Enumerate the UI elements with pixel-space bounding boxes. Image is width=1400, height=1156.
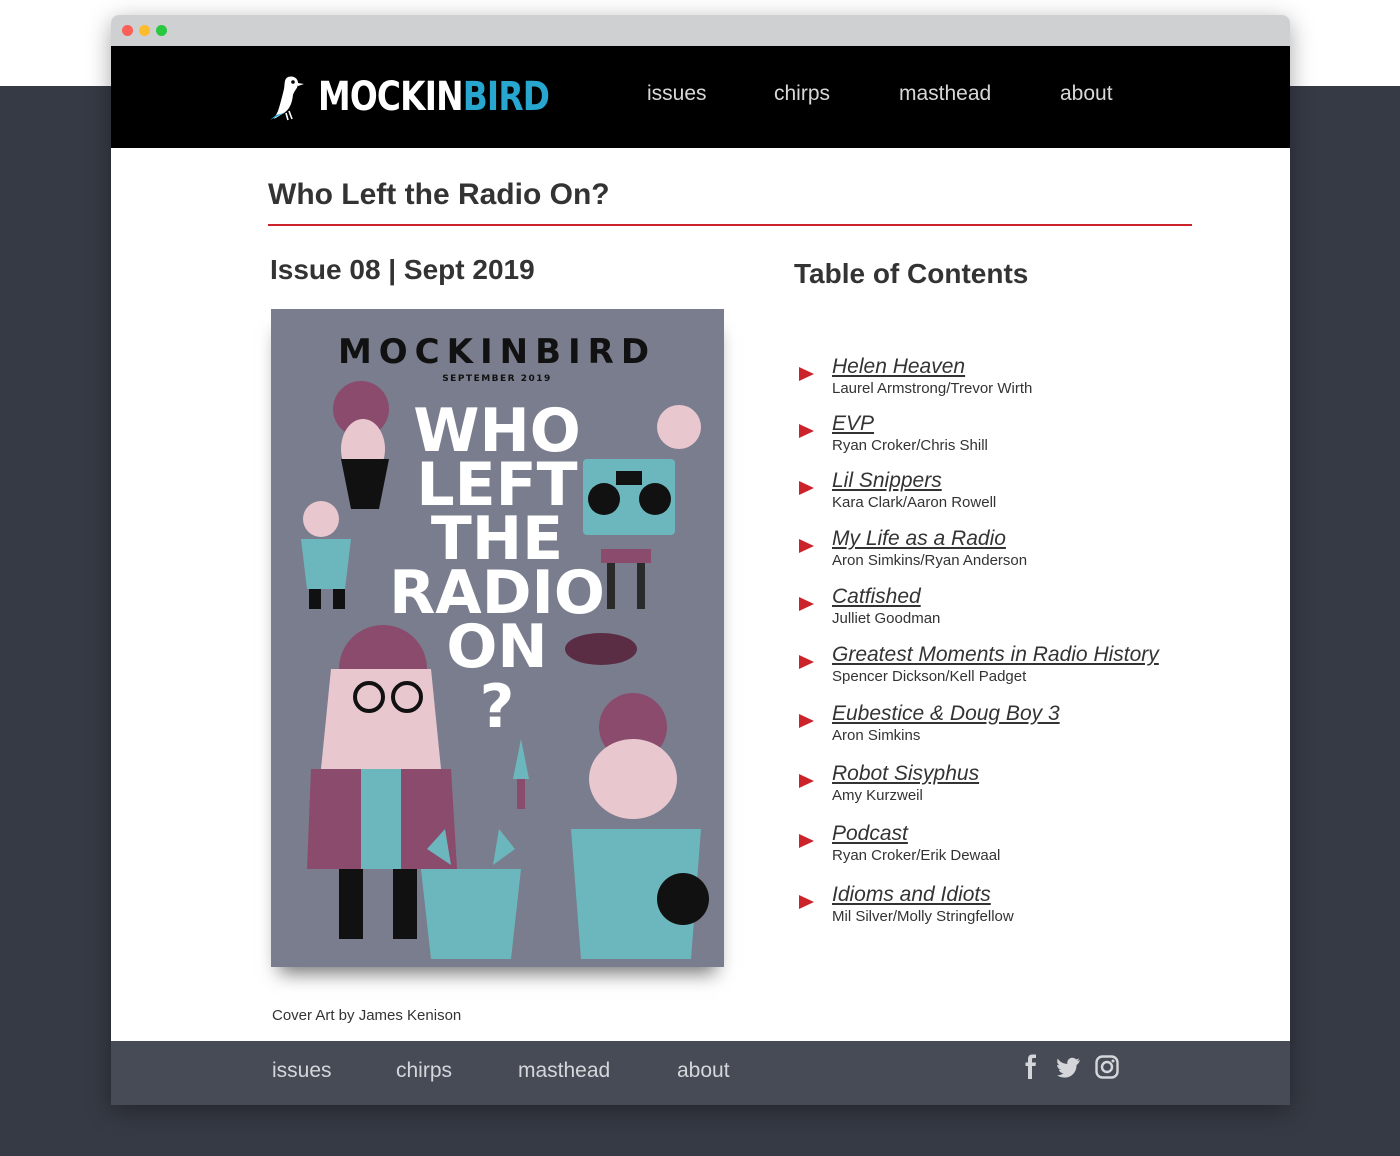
- toc-author: Aron Simkins/Ryan Anderson: [832, 552, 1028, 569]
- toc-author: Mil Silver/Molly Stringfellow: [832, 908, 1014, 925]
- toc-author: Kara Clark/Aaron Rowell: [832, 494, 997, 511]
- toc-bullet-arrow-icon: [799, 655, 814, 669]
- toc-bullet-arrow-icon: [799, 774, 814, 788]
- toc-item[interactable]: Greatest Moments in Radio History Spence…: [799, 643, 1159, 685]
- facebook-icon[interactable]: [1019, 1054, 1043, 1080]
- toc-title-link[interactable]: Catfished: [832, 585, 940, 609]
- footer-link-masthead[interactable]: masthead: [518, 1059, 677, 1083]
- toc-heading: Table of Contents: [794, 258, 1029, 289]
- cover-masthead: MOCKINBIRD: [338, 332, 656, 372]
- toc-item[interactable]: My Life as a Radio Aron Simkins/Ryan And…: [799, 527, 1027, 569]
- toc-bullet-arrow-icon: [799, 367, 814, 381]
- instagram-icon[interactable]: [1095, 1054, 1119, 1080]
- cover-cat: [421, 869, 521, 959]
- footer-navigation: issues chirps masthead about: [272, 1059, 730, 1083]
- toc-bullet-arrow-icon: [799, 481, 814, 495]
- toc-title-link[interactable]: EVP: [832, 412, 988, 436]
- toc-author: Aron Simkins: [832, 727, 921, 744]
- cover-credit: Cover Art by James Kenison: [272, 1007, 462, 1024]
- site-logo[interactable]: MOCKINBIRD: [266, 73, 600, 121]
- twitter-icon[interactable]: [1057, 1054, 1081, 1080]
- toc-title-link[interactable]: Lil Snippers: [832, 469, 996, 493]
- toc-item[interactable]: Eubestice & Doug Boy 3 Aron Simkins: [799, 702, 1060, 744]
- toc-title-link[interactable]: Robot Sisyphus: [832, 762, 979, 786]
- toc-item[interactable]: EVP Ryan Croker/Chris Shill: [799, 412, 988, 454]
- window-titlebar: [111, 15, 1290, 46]
- title-divider: [268, 224, 1192, 226]
- toc-bullet-arrow-icon: [799, 539, 814, 553]
- site-header: MOCKINBIRD issues chirps masthead about: [111, 46, 1290, 148]
- toc-item[interactable]: Catfished Julliet Goodman: [799, 585, 940, 627]
- browser-window: MOCKINBIRD issues chirps masthead about …: [111, 15, 1290, 1105]
- mockingbird-logo-icon: [270, 76, 304, 121]
- footer-link-chirps[interactable]: chirps: [396, 1059, 518, 1083]
- issue-cover-image[interactable]: MOCKINBIRD SEPTEMBER 2019 WHO LEFT THE R…: [271, 309, 724, 967]
- toc-bullet-arrow-icon: [799, 424, 814, 438]
- toc-bullet-arrow-icon: [799, 714, 814, 728]
- logo-wordmark: MOCKINBIRD: [318, 74, 550, 120]
- nav-link-masthead[interactable]: masthead: [899, 82, 1060, 106]
- toc-title-link[interactable]: Idioms and Idiots: [832, 883, 1014, 907]
- toc-title-link[interactable]: Greatest Moments in Radio History: [832, 643, 1159, 667]
- toc-bullet-arrow-icon: [799, 597, 814, 611]
- toc-author: Ryan Croker/Erik Dewaal: [832, 847, 1001, 864]
- toc-author: Spencer Dickson/Kell Padget: [832, 668, 1027, 685]
- toc-item[interactable]: Idioms and Idiots Mil Silver/Molly Strin…: [799, 883, 1014, 925]
- toc-bullet-arrow-icon: [799, 834, 814, 848]
- footer-link-issues[interactable]: issues: [272, 1059, 396, 1083]
- toc-item[interactable]: Helen Heaven Laurel Armstrong/Trevor Wir…: [799, 355, 1032, 397]
- toc-title-link[interactable]: Podcast: [832, 822, 1000, 846]
- minimize-window-button[interactable]: [139, 25, 150, 36]
- cover-date: SEPTEMBER 2019: [442, 374, 552, 384]
- toc-author: Laurel Armstrong/Trevor Wirth: [832, 380, 1033, 397]
- toc-title-link[interactable]: Helen Heaven: [832, 355, 1032, 379]
- site-footer: issues chirps masthead about: [111, 1041, 1290, 1105]
- close-window-button[interactable]: [122, 25, 133, 36]
- footer-link-about[interactable]: about: [677, 1059, 730, 1083]
- nav-link-chirps[interactable]: chirps: [774, 82, 899, 106]
- issue-heading: Issue 08 | Sept 2019: [270, 254, 535, 285]
- social-links: [1019, 1054, 1119, 1080]
- page-title: Who Left the Radio On?: [268, 178, 610, 211]
- svg-text:?: ?: [480, 672, 515, 742]
- toc-title-link[interactable]: My Life as a Radio: [832, 527, 1027, 551]
- toc-item[interactable]: Podcast Ryan Croker/Erik Dewaal: [799, 822, 1000, 864]
- top-navigation: issues chirps masthead about: [647, 82, 1113, 106]
- toc-item[interactable]: Robot Sisyphus Amy Kurzweil: [799, 762, 979, 804]
- nav-link-about[interactable]: about: [1060, 82, 1113, 106]
- nav-link-issues[interactable]: issues: [647, 82, 774, 106]
- maximize-window-button[interactable]: [156, 25, 167, 36]
- cover-illustration: MOCKINBIRD SEPTEMBER 2019 WHO LEFT THE R…: [271, 309, 724, 967]
- toc-title-link[interactable]: Eubestice & Doug Boy 3: [832, 702, 1060, 726]
- toc-bullet-arrow-icon: [799, 895, 814, 909]
- toc-author: Amy Kurzweil: [832, 787, 923, 804]
- toc-author: Julliet Goodman: [832, 610, 941, 627]
- toc-item[interactable]: Lil Snippers Kara Clark/Aaron Rowell: [799, 469, 996, 511]
- toc-author: Ryan Croker/Chris Shill: [832, 437, 988, 454]
